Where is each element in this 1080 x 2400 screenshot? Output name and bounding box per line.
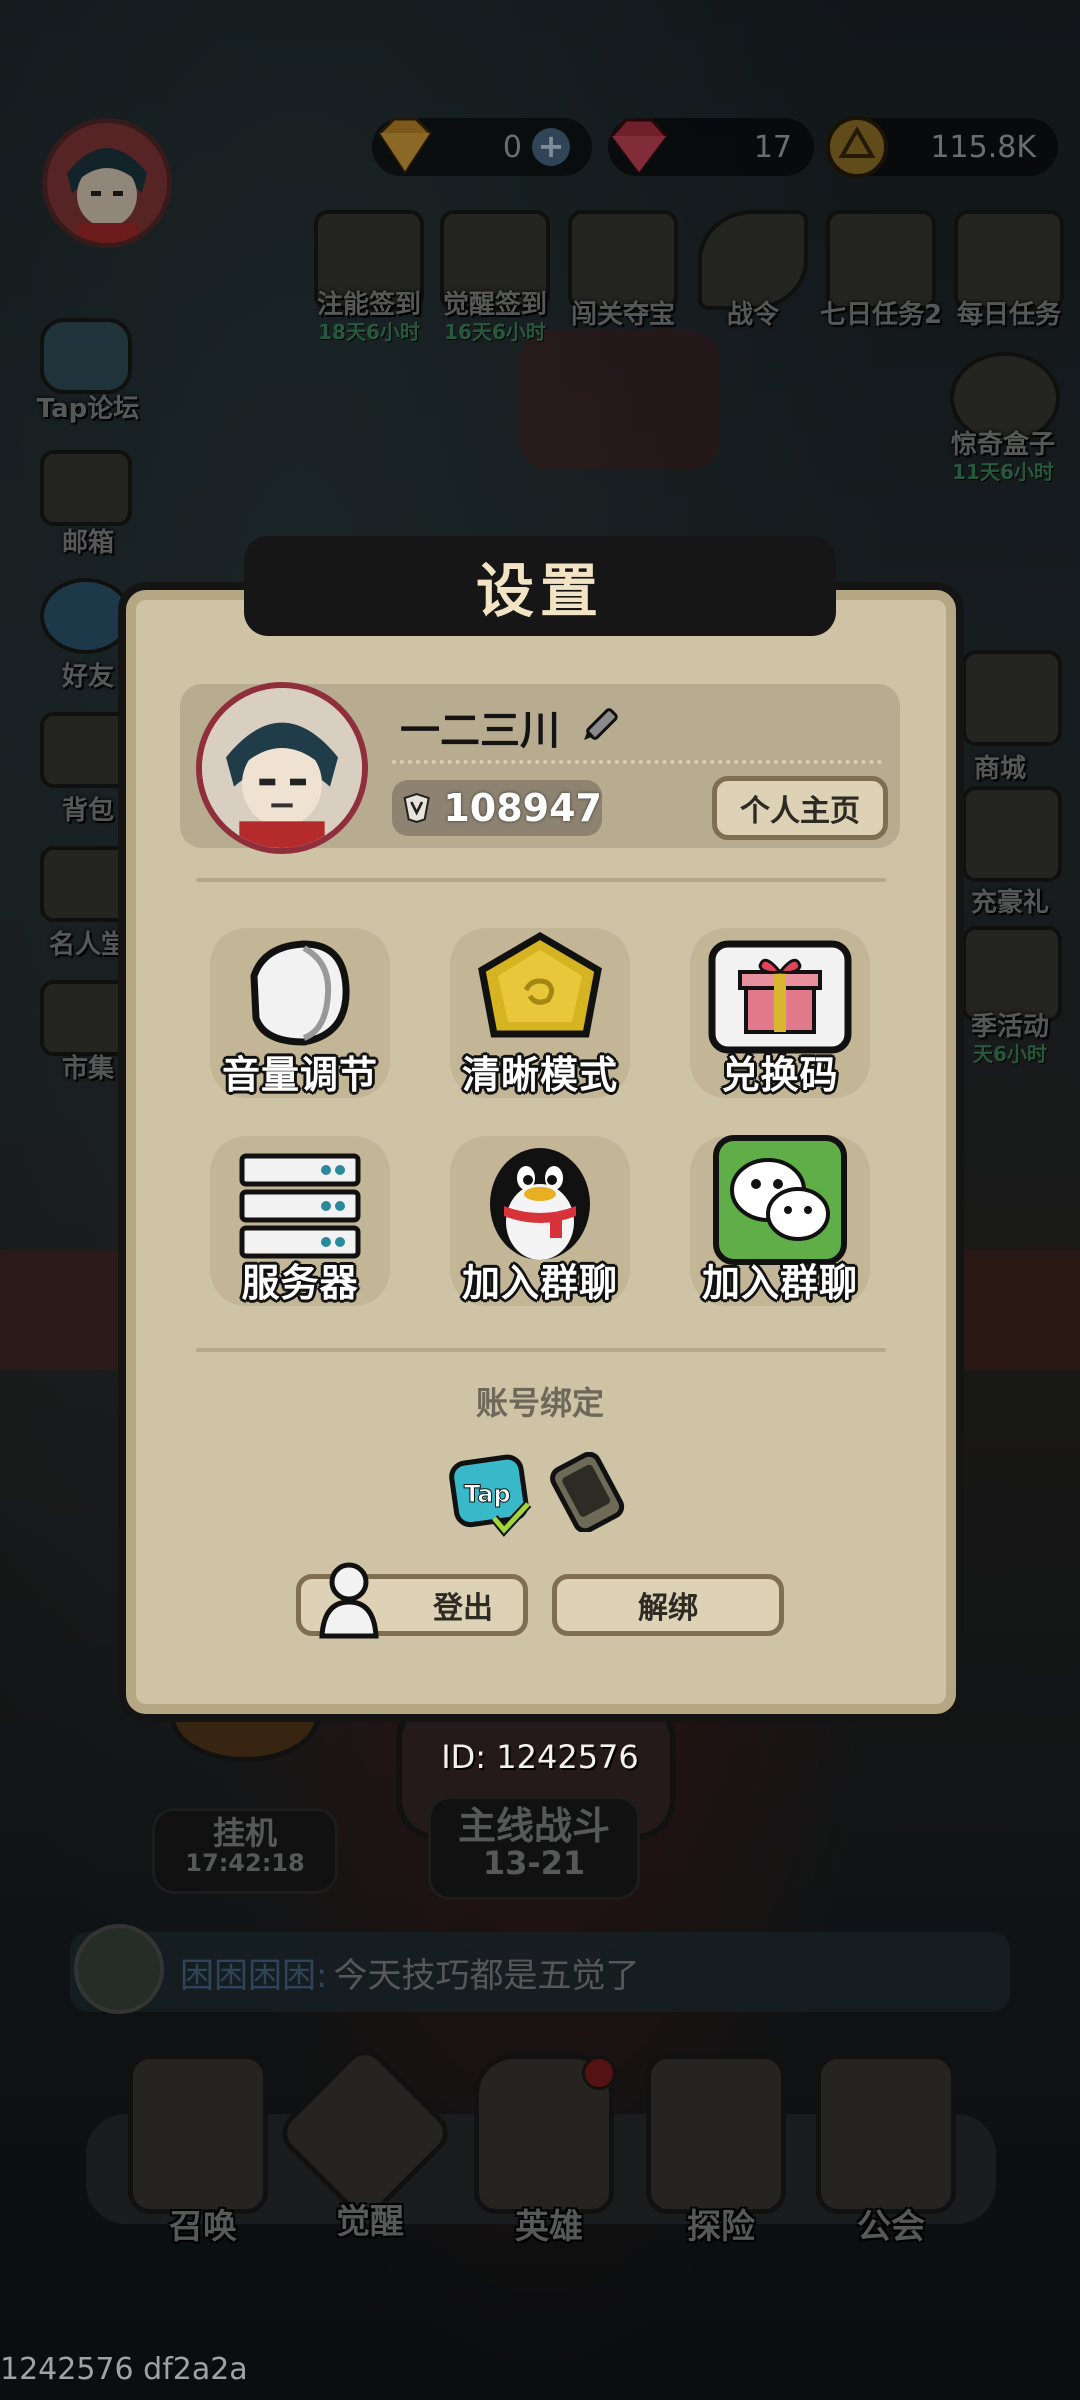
tile-label: 加入群聊 — [701, 1261, 858, 1305]
username-text: 一二三川 — [400, 708, 560, 754]
redeem-code-button[interactable]: 兑换码 — [680, 912, 880, 1112]
qq-penguin-icon — [490, 1148, 590, 1260]
profile-dotted-line — [392, 760, 882, 764]
wechat-icon — [713, 1135, 847, 1265]
logout-label: 登出 — [433, 1591, 493, 1626]
server-icon — [239, 1153, 361, 1259]
power-icon — [403, 792, 430, 824]
settings-title: 设置 — [244, 536, 836, 636]
section-divider-bottom — [196, 1348, 886, 1352]
tile-label: 服务器 — [241, 1261, 359, 1305]
section-divider-top — [196, 878, 886, 882]
gift-icon — [708, 940, 852, 1054]
volume-setting-button[interactable]: 音量调节 — [200, 912, 400, 1112]
join-qq-group-button[interactable]: 加入群聊 — [440, 1120, 640, 1320]
tile-label: 音量调节 — [221, 1053, 378, 1097]
taptap-bind-icon[interactable]: Tap — [448, 1452, 534, 1538]
unbind-button[interactable]: 解绑 — [552, 1574, 784, 1636]
tile-label: 兑换码 — [721, 1053, 839, 1097]
phone-bind-icon[interactable] — [548, 1452, 628, 1532]
clarity-mode-button[interactable]: 清晰模式 — [440, 912, 640, 1112]
tile-label: 加入群聊 — [461, 1261, 618, 1305]
player-id: ID: 1242576 — [441, 1738, 639, 1776]
hero-portrait-icon — [202, 688, 362, 848]
svg-text:Tap: Tap — [464, 1480, 511, 1508]
account-binding-title: 账号绑定 — [475, 1384, 604, 1422]
edit-pencil-icon[interactable] — [578, 700, 624, 746]
tile-label: 清晰模式 — [461, 1053, 618, 1097]
user-silhouette-icon — [319, 1562, 379, 1639]
join-wechat-group-button[interactable]: 加入群聊 — [680, 1120, 880, 1320]
personal-page-button[interactable]: 个人主页 — [712, 776, 888, 840]
power-value: 108947 — [443, 786, 602, 830]
profile-avatar[interactable] — [196, 682, 368, 854]
debug-id-text: 1242576 df2a2a — [0, 2352, 248, 2387]
power-display: 108947 — [392, 780, 602, 836]
game-screen: 0 + 17 115.8K 注能签到 18天6小时 觉醒签到 16天6小时 闯关… — [0, 0, 1080, 2400]
unbind-label: 解绑 — [638, 1591, 698, 1626]
gem-icon — [478, 931, 602, 1038]
server-button[interactable]: 服务器 — [200, 1120, 400, 1320]
speaker-icon — [250, 940, 350, 1046]
username: 一二三川 — [400, 698, 560, 756]
